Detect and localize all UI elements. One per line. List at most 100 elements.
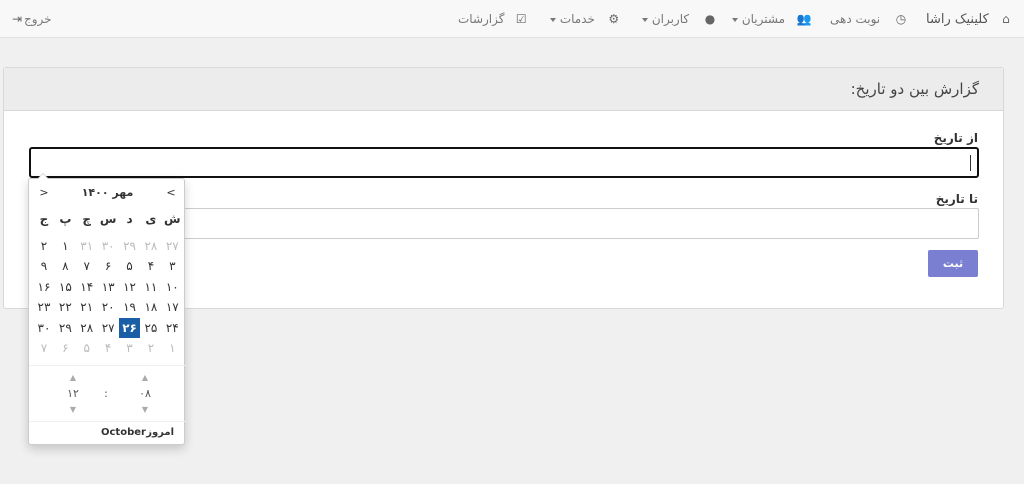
gregorian-month-button[interactable]: October — [101, 425, 146, 441]
brand-link[interactable]: کلینیک راشا ⌂ — [926, 0, 1013, 38]
nav-item-reports[interactable]: گزارشات ☑ — [458, 0, 528, 38]
calendar-day[interactable]: ۳۰ — [97, 236, 118, 257]
brand-name: کلینیک راشا — [926, 12, 989, 27]
calendar-day[interactable]: ۱۶ — [33, 277, 54, 298]
gears-icon: ⚙ — [608, 12, 620, 26]
calendar-day[interactable]: ۷ — [76, 256, 97, 277]
hour-down-icon[interactable]: ▼ — [130, 403, 160, 417]
today-button[interactable]: امروز — [146, 425, 174, 441]
logout-label: خروج — [24, 12, 52, 26]
nav-item-reports-label: گزارشات — [458, 12, 505, 26]
calendar-day[interactable]: ۲۹ — [119, 236, 140, 257]
calendar-day[interactable]: ۱۰ — [162, 277, 183, 298]
datepicker-month-title[interactable]: مهر ۱۴۰۰ — [59, 185, 156, 201]
panel-title: گزارش بین دو تاریخ: — [4, 68, 1003, 111]
calendar-day[interactable]: ۱۳ — [97, 277, 118, 298]
nav-item-appointments-label: نوبت دهی — [830, 12, 881, 26]
calendar-day[interactable]: ۳ — [119, 338, 140, 359]
calendar-day[interactable]: ۳۱ — [76, 236, 97, 257]
home-icon: ⌂ — [1002, 12, 1010, 26]
calendar-day[interactable]: ۱۲ — [119, 277, 140, 298]
calendar-day[interactable]: ۲۱ — [76, 297, 97, 318]
datepicker-popup: > مهر ۱۴۰۰ < ش ی د س چ پ ج ۲۷ ۲۸ ۲۹ ۳۰ ۳… — [28, 173, 186, 445]
calendar-week: ۳ ۴ ۵ ۶ ۷ ۸ ۹ — [33, 256, 183, 277]
calendar-day[interactable]: ۴ — [140, 256, 161, 277]
calendar-day[interactable]: ۲۵ — [140, 318, 161, 339]
chevron-down-icon — [732, 17, 738, 22]
calendar-day[interactable]: ۷ — [33, 338, 54, 359]
from-date-label: از تاریخ — [933, 131, 978, 145]
calendar-day[interactable]: ۵ — [76, 338, 97, 359]
calendar-day[interactable]: ۱۴ — [76, 277, 97, 298]
nav-item-customers[interactable]: مشتریان 👥 — [730, 0, 812, 38]
calendar-day[interactable]: ۱۷ — [162, 297, 183, 318]
calendar-week: ۱۰ ۱۱ ۱۲ ۱۳ ۱۴ ۱۵ ۱۶ — [33, 277, 183, 298]
calendar-day[interactable]: ۲ — [33, 236, 54, 257]
calendar-day[interactable]: ۲۸ — [76, 318, 97, 339]
minute-up-icon[interactable]: ▲ — [58, 371, 88, 385]
minute-column: ▲ ۱۲ ▼ — [58, 371, 88, 417]
weekday-label: پ — [59, 212, 72, 226]
hour-column: ▲ ۰۸ ▼ — [130, 371, 160, 417]
nav-item-services[interactable]: خدمات ⚙ — [548, 0, 621, 38]
calendar-day[interactable]: ۱ — [162, 338, 183, 359]
from-date-input[interactable] — [29, 147, 979, 178]
calendar-day[interactable]: ۱۸ — [140, 297, 161, 318]
calendar-day[interactable]: ۲۸ — [140, 236, 161, 257]
calendar-day[interactable]: ۵ — [119, 256, 140, 277]
nav-item-services-label: خدمات — [559, 12, 595, 26]
nav-item-users[interactable]: کاربران ● — [640, 0, 717, 38]
weekday-label: س — [99, 212, 117, 226]
calendar-day[interactable]: ۴ — [97, 338, 118, 359]
minute-down-icon[interactable]: ▼ — [58, 403, 88, 417]
calendar-day[interactable]: ۱۱ — [140, 277, 161, 298]
calendar-day[interactable]: ۲۲ — [55, 297, 76, 318]
next-month-button[interactable]: > — [37, 185, 51, 201]
calendar-grid: ش ی د س چ پ ج ۲۷ ۲۸ ۲۹ ۳۰ ۳۱ ۱ ۲ ۳ ۴ ۵ ۶… — [33, 209, 183, 359]
calendar-day[interactable]: ۳ — [162, 256, 183, 277]
nav-item-appointments[interactable]: نوبت دهی ◷ — [830, 0, 908, 38]
prev-month-button[interactable]: < — [164, 185, 178, 201]
hour-value[interactable]: ۰۸ — [130, 385, 160, 403]
datepicker-footer: امروز October — [29, 423, 186, 443]
users-icon: 👥 — [796, 12, 812, 26]
time-picker: ▲ ۰۸ ▼ : ▲ ۱۲ ▼ — [29, 371, 186, 419]
weekday-label: ش — [164, 212, 181, 226]
to-date-label: تا تاریخ — [935, 192, 978, 206]
text-cursor — [970, 155, 971, 171]
calendar-day[interactable]: ۶ — [97, 256, 118, 277]
calendar-day[interactable]: ۸ — [55, 256, 76, 277]
top-navbar: ⇥ خروج گزارشات ☑ خدمات ⚙ کاربران ● مشتریا… — [0, 0, 1024, 38]
chevron-down-icon — [550, 17, 556, 22]
clock-icon: ◷ — [895, 12, 907, 26]
weekday-label: ج — [39, 212, 49, 226]
submit-button[interactable]: ثبت — [928, 250, 978, 277]
user-icon: ● — [704, 12, 716, 26]
minute-value[interactable]: ۱۲ — [58, 385, 88, 403]
calendar-day[interactable]: ۲۷ — [97, 318, 118, 339]
calendar-day[interactable]: ۲۴ — [162, 318, 183, 339]
calendar-week: ۲۴ ۲۵ ۲۶ ۲۷ ۲۸ ۲۹ ۳۰ — [33, 317, 183, 339]
calendar-day[interactable]: ۹ — [33, 256, 54, 277]
calendar-day[interactable]: ۲۰ — [97, 297, 118, 318]
time-separator: : — [104, 387, 108, 400]
calendar-day[interactable]: ۲۹ — [55, 318, 76, 339]
chevron-down-icon — [642, 17, 648, 22]
calendar-day[interactable]: ۳۰ — [33, 318, 54, 339]
calendar-day[interactable]: ۱ — [55, 236, 76, 257]
logout-link[interactable]: ⇥ خروج — [10, 0, 52, 38]
datepicker-header: > مهر ۱۴۰۰ < — [29, 185, 186, 201]
calendar-week: ۱۷ ۱۸ ۱۹ ۲۰ ۲۱ ۲۲ ۲۳ — [33, 297, 183, 318]
sign-out-icon: ⇥ — [11, 12, 23, 26]
calendar-day[interactable]: ۶ — [55, 338, 76, 359]
calendar-day[interactable]: ۱۹ — [119, 297, 140, 318]
divider — [29, 365, 186, 366]
weekday-label: ی — [145, 212, 157, 226]
hour-up-icon[interactable]: ▲ — [130, 371, 160, 385]
calendar-day[interactable]: ۱۵ — [55, 277, 76, 298]
calendar-day[interactable]: ۲۳ — [33, 297, 54, 318]
calendar-day[interactable]: ۲ — [140, 338, 161, 359]
calendar-day-selected[interactable]: ۲۶ — [118, 317, 141, 338]
calendar-day[interactable]: ۲۷ — [162, 236, 183, 257]
calendar-week: ۲۷ ۲۸ ۲۹ ۳۰ ۳۱ ۱ ۲ — [33, 236, 183, 257]
